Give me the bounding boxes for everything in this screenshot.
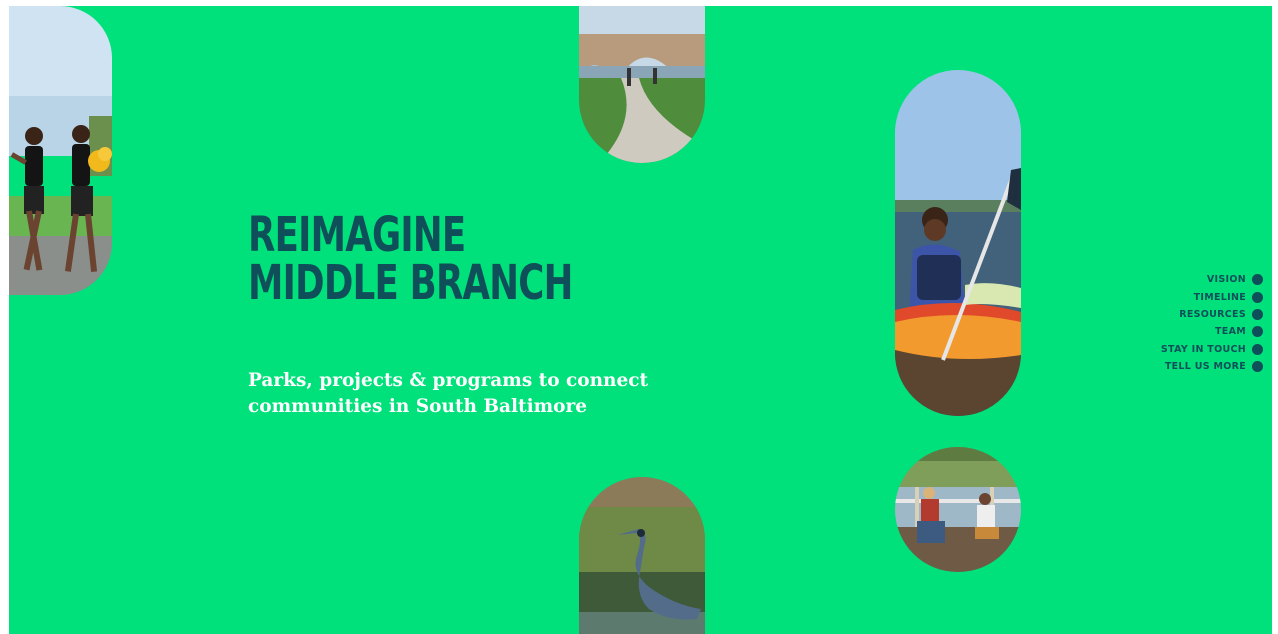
- title-line-2: MIDDLE BRANCH: [248, 254, 573, 311]
- nav-label: RESOURCES: [1179, 308, 1246, 320]
- subtitle-line-2: communities in South Baltimore: [248, 396, 588, 417]
- heron-photo: [579, 477, 705, 634]
- kayaker-photo: [895, 70, 1021, 416]
- bridge-path-photo: [579, 6, 705, 163]
- subtitle-line-1: Parks, projects & programs to connect: [248, 370, 649, 391]
- nav-item-stay-in-touch[interactable]: STAY IN TOUCH: [1161, 341, 1263, 358]
- hero-section: REIMAGINE MIDDLE BRANCH Parks, projects …: [9, 6, 1272, 634]
- page-title: REIMAGINE MIDDLE BRANCH: [248, 207, 573, 311]
- nav-dot-icon[interactable]: [1252, 308, 1263, 320]
- dancers-photo: [9, 6, 112, 295]
- nav-dot-icon[interactable]: [1252, 343, 1263, 355]
- title-line-1: REIMAGINE: [248, 207, 466, 263]
- nav-label: STAY IN TOUCH: [1160, 343, 1246, 355]
- nav-dot-icon[interactable]: [1252, 361, 1263, 373]
- nav-label: TELL US MORE: [1164, 361, 1246, 373]
- nav-label: TIMELINE: [1193, 291, 1246, 303]
- nav-item-timeline[interactable]: TIMELINE: [1161, 288, 1263, 305]
- nav-dot-icon[interactable]: [1252, 326, 1263, 338]
- nav-dot-icon[interactable]: [1252, 274, 1263, 286]
- hero-subtitle: Parks, projects & programs to connect co…: [248, 368, 708, 420]
- nav-label: TEAM: [1215, 326, 1246, 338]
- nav-item-team[interactable]: TEAM: [1161, 323, 1263, 340]
- nav-label: VISION: [1206, 274, 1246, 286]
- section-nav: VISION TIMELINE RESOURCES TEAM STAY IN T…: [1161, 271, 1263, 375]
- fishing-pier-photo: [895, 447, 1021, 572]
- nav-item-tell-us-more[interactable]: TELL US MORE: [1161, 358, 1263, 375]
- nav-item-vision[interactable]: VISION: [1161, 271, 1263, 288]
- nav-dot-icon[interactable]: [1252, 291, 1263, 303]
- nav-item-resources[interactable]: RESOURCES: [1161, 306, 1263, 323]
